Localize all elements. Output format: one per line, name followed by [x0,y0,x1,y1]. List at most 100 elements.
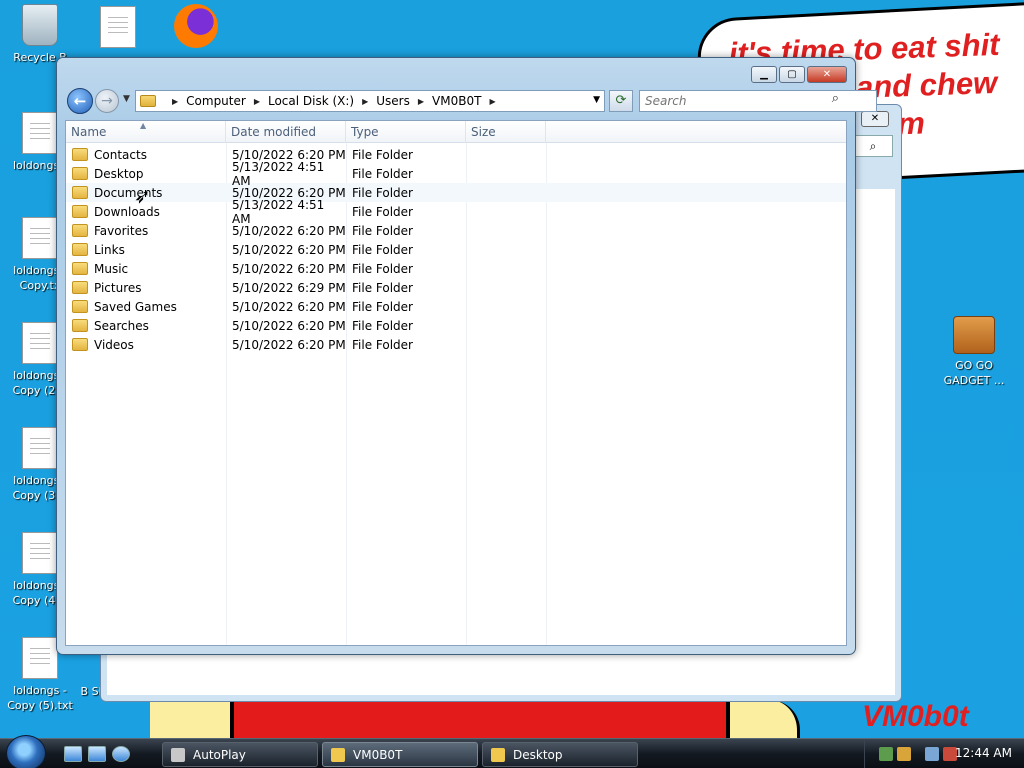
folder-icon [72,319,88,332]
row-name-cell: Favorites [66,224,226,238]
row-type: File Folder [352,318,413,333]
row-name-cell: Searches [66,319,226,333]
desktop-icon-firefox[interactable] [158,4,234,48]
breadcrumb-vm0b0t[interactable]: VM0B0T [432,94,481,108]
text-file-icon [22,112,58,154]
text-file-icon [22,322,58,364]
minimize-button[interactable]: ▁ [751,66,777,83]
row-date: 5/10/2022 6:20 PM [232,223,346,238]
forward-arrow-icon[interactable]: → [95,89,119,113]
row-name: Documents [94,185,163,200]
desktop-icon-go-go-gadget[interactable]: GO GO GADGET ... [936,316,1012,388]
column-header-label: Name [71,125,107,139]
breadcrumb-separator-icon[interactable]: ▶ [489,97,495,106]
row-type: File Folder [352,223,413,238]
folder-icon [491,747,505,762]
file-rows: Contacts 5/10/2022 6:20 PM File Folder Desk… [66,145,846,354]
show-desktop-icon[interactable] [64,746,82,762]
row-name-cell: Contacts [66,148,226,162]
back-arrow-icon[interactable]: ← [67,88,93,114]
row-name: Pictures [94,280,142,295]
wallpaper-yellow-left [150,700,232,740]
table-row[interactable]: Videos 5/10/2022 6:20 PM File Folder [66,335,846,354]
breadcrumb-separator-icon[interactable]: ▶ [172,97,178,106]
desktop-icon-text-file[interactable] [80,6,156,52]
text-file-icon [22,637,58,679]
background-window-close-button[interactable]: ✕ [861,111,889,127]
breadcrumb: ▶ Computer ▶ Local Disk (X:) ▶ Users ▶ V… [164,94,504,108]
breadcrumb-separator-icon[interactable]: ▶ [418,97,424,106]
briefcase-icon [953,316,995,354]
taskbar-item-autoplay[interactable]: AutoPlay [162,742,318,767]
table-row[interactable]: Downloads 5/13/2022 4:51 AM File Folder [66,198,846,226]
row-name-cell: Videos [66,338,226,352]
table-row[interactable]: Favorites 5/10/2022 6:20 PM File Folder [66,221,846,240]
autoplay-icon [171,747,185,762]
desktop-icon-label: loldongs - Copy (5).txt [7,684,73,712]
maximize-button[interactable]: ▢ [779,66,805,83]
system-tray: 12:44 AM [864,739,1024,768]
text-file-icon [22,532,58,574]
row-date: 5/10/2022 6:20 PM [232,318,346,333]
tray-display-icon[interactable] [925,747,939,761]
folder-icon [72,148,88,161]
row-type: File Folder [352,337,413,352]
recent-pages-dropdown[interactable]: ▼ [123,94,130,104]
close-button[interactable]: ✕ [807,66,847,83]
column-header-name[interactable]: ▲ Name [66,121,226,143]
folder-icon [72,224,88,237]
table-row[interactable]: Saved Games 5/10/2022 6:20 PM File Folder [66,297,846,316]
background-window-search-icon[interactable]: ⌕ [853,135,893,157]
breadcrumb-computer[interactable]: Computer [186,94,246,108]
file-list[interactable]: ▲ Name Date modified Type Size Contacts 5… [65,120,847,646]
column-header-type[interactable]: Type [346,121,466,143]
column-header-size[interactable]: Size [466,121,546,143]
start-button[interactable] [6,735,46,768]
explorer-window[interactable]: ▁ ▢ ✕ ← → ▼ ▶ Computer ▶ Local Disk (X:)… [56,57,877,655]
row-date: 5/10/2022 6:20 PM [232,261,346,276]
breadcrumb-separator-icon[interactable]: ▶ [254,97,260,106]
clock[interactable]: 12:44 AM [955,746,1012,760]
magnifier-icon[interactable]: ⌕ [832,91,839,106]
taskbar-item-label: AutoPlay [193,747,246,762]
switch-windows-icon[interactable] [88,746,106,762]
search-input[interactable] [639,90,877,112]
breadcrumb-local-disk[interactable]: Local Disk (X:) [268,94,354,108]
desktop-icon-label: GO GO GADGET ... [943,359,1005,387]
address-bar[interactable]: ▶ Computer ▶ Local Disk (X:) ▶ Users ▶ V… [135,90,605,112]
row-type: File Folder [352,299,413,314]
table-row[interactable]: Desktop 5/13/2022 4:51 AM File Folder [66,160,846,188]
table-row[interactable]: Documents 5/10/2022 6:20 PM File Folder [66,183,846,202]
row-name-cell: Links [66,243,226,257]
table-row[interactable]: Music 5/10/2022 6:20 PM File Folder [66,259,846,278]
row-name-cell: Music [66,262,226,276]
sort-arrow-icon: ▲ [140,121,147,130]
breadcrumb-users[interactable]: Users [376,94,410,108]
row-date: 5/10/2022 6:20 PM [232,242,346,257]
taskbar-item-desktop[interactable]: Desktop [482,742,638,767]
folder-icon [72,186,88,199]
row-name: Links [94,242,125,257]
row-name: Desktop [94,166,144,181]
tray-security-icon[interactable] [897,747,911,761]
refresh-icon[interactable]: ⟳ [609,90,633,112]
row-name-cell: Desktop [66,167,226,181]
table-row[interactable]: Contacts 5/10/2022 6:20 PM File Folder [66,145,846,164]
table-row[interactable]: Links 5/10/2022 6:20 PM File Folder [66,240,846,259]
column-header-date[interactable]: Date modified [226,121,346,143]
desktop-icon-recycle-bin[interactable]: Recycle B [2,4,78,65]
table-row[interactable]: Searches 5/10/2022 6:20 PM File Folder [66,316,846,335]
folder-icon [331,747,345,762]
row-type: File Folder [352,280,413,295]
row-type: File Folder [352,166,413,181]
folder-icon [140,95,156,107]
tray-network-icon[interactable] [879,747,893,761]
breadcrumb-separator-icon[interactable]: ▶ [362,97,368,106]
address-dropdown-icon[interactable]: ▼ [593,95,600,105]
table-row[interactable]: Pictures 5/10/2022 6:29 PM File Folder [66,278,846,297]
taskbar-item-vm0b0t[interactable]: VM0B0T [322,742,478,767]
internet-explorer-icon[interactable] [112,746,130,762]
row-type: File Folder [352,242,413,257]
folder-icon [72,167,88,180]
navigation-bar: ← → ▼ ▶ Computer ▶ Local Disk (X:) ▶ Use… [65,88,877,114]
